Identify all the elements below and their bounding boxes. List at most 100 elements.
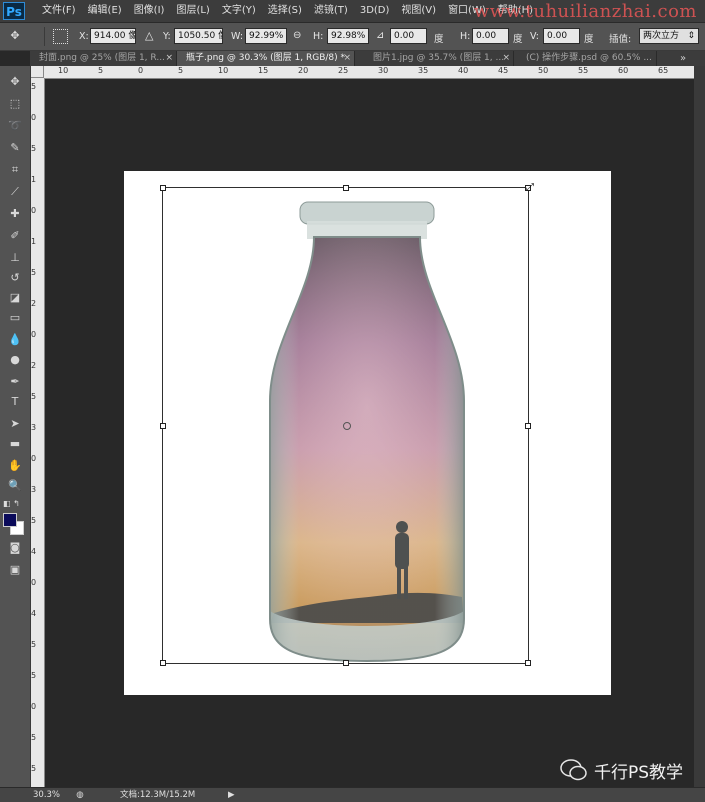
tab-label: (C) 操作步骤.psd @ 60.5% ... [526,53,652,63]
vskew-label: V: [530,31,539,42]
healing-brush-icon[interactable]: ✚ [5,206,25,222]
w-field[interactable]: 92.99% [245,28,287,44]
menu-bar: Ps 文件(F) 编辑(E) 图像(I) 图层(L) 文字(Y) 选择(S) 滤… [0,0,705,23]
dodge-tool-icon[interactable]: ● [5,352,25,368]
handle-top-middle[interactable] [343,185,349,191]
handle-middle-right[interactable] [525,423,531,429]
interp-label: 插值: [609,34,632,45]
screen-mode-icon[interactable]: ▣ [5,562,25,578]
y-field[interactable]: 1050.50 像 [174,28,223,44]
transform-tool-icon[interactable]: ✥ [6,29,24,44]
lasso-tool-icon[interactable]: ➰ [5,118,25,134]
shape-tool-icon[interactable]: ▬ [5,436,25,452]
site-watermark: www.tuhuilianzhai.com [473,1,697,22]
vertical-ruler[interactable]: 50510152025303540455055 [30,78,45,787]
foreground-color-swatch[interactable] [3,513,17,527]
w-label: W: [231,31,244,42]
menu-type[interactable]: 文字(Y) [216,0,262,22]
handle-top-left[interactable] [160,185,166,191]
x-field[interactable]: 914.00 像 [90,28,136,44]
handle-middle-left[interactable] [160,423,166,429]
menu-filter[interactable]: 滤镜(T) [308,0,354,22]
marquee-tool-icon[interactable]: ⬚ [5,96,25,112]
ruler-tick-label: 50 [538,66,549,75]
crop-tool-icon[interactable]: ⌗ [5,162,25,178]
more-tabs-icon[interactable]: » [680,51,686,66]
status-icon[interactable]: ◍ [75,788,85,802]
menu-items: 文件(F) 编辑(E) 图像(I) 图层(L) 文字(Y) 选择(S) 滤镜(T… [36,0,539,22]
ruler-tick-label: 0 [31,578,37,587]
vskew-field[interactable]: 0.00 [543,28,580,44]
transform-bounding-box[interactable]: ⤢ [160,182,534,666]
handle-bottom-left[interactable] [160,660,166,666]
stamp-tool-icon[interactable]: ⊥ [5,250,25,266]
hskew-field[interactable]: 0.00 [472,28,509,44]
handle-bottom-right[interactable] [525,660,531,666]
tools-panel: ✥ ⬚ ➰ ✎ ⌗ ⟋ ✚ ✐ ⊥ ↺ ◪ ▭ 💧 ● ✒ T ➤ ▬ ✋ 🔍 … [0,66,31,787]
tab-steps[interactable]: (C) 操作步骤.psd @ 60.5% ... [517,51,657,66]
default-colors-icon[interactable]: ◧ ↰ [3,499,20,508]
close-icon[interactable]: × [502,51,510,66]
ruler-tick-label: 0 [31,330,37,339]
move-tool-icon[interactable]: ✥ [5,74,25,90]
ruler-tick-label: 5 [31,671,37,680]
y-label: Y: [163,31,171,42]
menu-edit[interactable]: 编辑(E) [82,0,128,22]
link-icon[interactable]: ⊖ [293,30,301,41]
path-select-icon[interactable]: ➤ [5,416,25,432]
menu-view[interactable]: 视图(V) [395,0,442,22]
type-tool-icon[interactable]: T [5,394,25,410]
ruler-tick-label: 15 [258,66,269,75]
ruler-tick-label: 25 [338,66,349,75]
horizontal-ruler[interactable]: 10 5 0 5 10 15 20 25 30 35 40 45 50 55 60 65 [44,66,694,79]
gradient-tool-icon[interactable]: ▭ [5,310,25,326]
menu-image[interactable]: 图像(I) [128,0,171,22]
ruler-tick-label: 0 [31,702,37,711]
ruler-tick-label: 5 [178,66,184,75]
pen-tool-icon[interactable]: ✒ [5,374,25,390]
menu-layer[interactable]: 图层(L) [170,0,215,22]
hskew-label: H: [460,31,471,42]
zoom-level[interactable]: 30.3% [33,788,60,802]
resize-cursor-icon: ⤢ [526,182,534,193]
angle-field[interactable]: 0.00 [390,28,427,44]
h-field[interactable]: 92.98% [327,28,369,44]
brush-tool-icon[interactable]: ✐ [5,228,25,244]
tab-label: 瓶子.png @ 30.3% (图层 1, RGB/8) * [186,53,346,63]
ruler-tick-label: 55 [578,66,589,75]
quick-mask-icon[interactable]: ◙ [5,540,25,556]
eyedropper-tool-icon[interactable]: ⟋ [5,184,25,200]
ruler-tick-label: 30 [378,66,389,75]
ruler-tick-label: 0 [31,206,37,215]
reference-point-marker[interactable] [343,422,351,430]
menu-select[interactable]: 选择(S) [262,0,308,22]
ruler-tick-label: 5 [31,516,37,525]
ruler-origin[interactable] [30,66,44,78]
eraser-tool-icon[interactable]: ◪ [5,290,25,306]
handle-bottom-middle[interactable] [343,660,349,666]
close-icon[interactable]: × [343,51,351,66]
hskew-unit: 度 [513,34,523,45]
blur-tool-icon[interactable]: 💧 [5,332,25,348]
interpolation-select[interactable]: 两次立方 ⇕ [639,28,699,44]
delta-icon[interactable]: △ [145,29,153,42]
hand-tool-icon[interactable]: ✋ [5,458,25,474]
ruler-tick-label: 35 [418,66,429,75]
h-label: H: [313,31,324,42]
tab-bottle[interactable]: 瓶子.png @ 30.3% (图层 1, RGB/8) * × [177,51,355,66]
menu-file[interactable]: 文件(F) [36,0,82,22]
zoom-tool-icon[interactable]: 🔍 [5,478,25,494]
quick-select-tool-icon[interactable]: ✎ [5,140,25,156]
close-icon[interactable]: × [165,51,173,66]
reference-point-icon[interactable] [53,29,68,44]
brand-watermark: 千行PS教学 [560,755,683,785]
tab-cover[interactable]: 封面.png @ 25% (图层 1, R... × [30,51,177,66]
history-brush-icon[interactable]: ↺ [5,270,25,286]
vertical-scrollbar[interactable] [694,66,705,787]
status-menu-arrow-icon[interactable]: ▶ [228,788,235,802]
doc-info: 文档:12.3M/15.2M [120,790,196,800]
menu-3d[interactable]: 3D(D) [354,0,396,22]
angle-unit: 度 [434,34,444,45]
tab-picture1[interactable]: 图片1.jpg @ 35.7% (图层 1, ... × [364,51,514,66]
separator [44,27,45,46]
